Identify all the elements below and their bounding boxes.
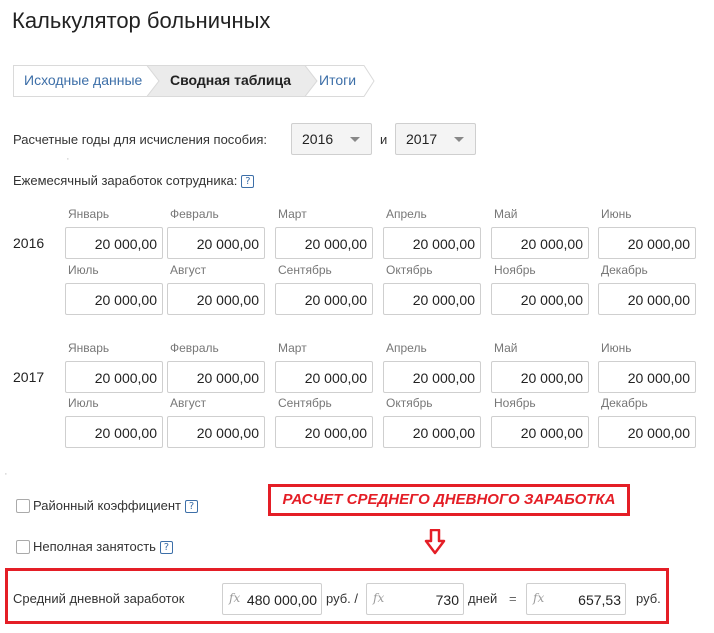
chevron-down-icon — [454, 137, 464, 142]
monthly-earnings-input[interactable]: 20 000,00 — [598, 283, 696, 315]
monthly-earnings-input[interactable]: 20 000,00 — [65, 361, 163, 393]
help-icon[interactable]: ? — [159, 541, 173, 554]
step-summary-table[interactable]: Сводная таблица — [170, 72, 291, 88]
monthly-earnings-input[interactable]: 20 000,00 — [65, 283, 163, 315]
month-label: Декабрь — [601, 396, 648, 410]
monthly-earnings-input[interactable]: 20 000,00 — [598, 227, 696, 259]
step-source-data[interactable]: Исходные данные — [24, 72, 142, 88]
monthly-earnings-input[interactable]: 20 000,00 — [275, 283, 373, 315]
month-label: Июнь — [601, 341, 632, 355]
part-time-checkbox[interactable] — [16, 540, 30, 554]
year1-select[interactable]: 2016 — [291, 123, 372, 155]
month-label: Февраль — [170, 207, 219, 221]
monthly-earnings-text: Ежемесячный заработок сотрудника: — [13, 173, 238, 188]
monthly-earnings-input[interactable]: 20 000,00 — [491, 227, 589, 259]
month-label: Февраль — [170, 341, 219, 355]
monthly-earnings-input[interactable]: 20 000,00 — [167, 416, 265, 448]
step-results[interactable]: Итоги — [319, 72, 356, 88]
part-time-text: Неполная занятость — [33, 539, 156, 554]
monthly-earnings-input[interactable]: 20 000,00 — [65, 227, 163, 259]
part-time-label: Неполная занятость? — [33, 539, 173, 554]
monthly-earnings-input[interactable]: 20 000,00 — [275, 361, 373, 393]
month-label: Октябрь — [386, 263, 433, 277]
monthly-earnings-input[interactable]: 20 000,00 — [598, 416, 696, 448]
down-arrow-icon — [424, 529, 446, 555]
month-label: Январь — [68, 207, 110, 221]
month-label: Сентябрь — [278, 396, 332, 410]
month-label: Март — [278, 341, 307, 355]
help-icon[interactable]: ? — [184, 500, 198, 513]
monthly-earnings-input[interactable]: 20 000,00 — [598, 361, 696, 393]
year-label-2017: 2017 — [13, 369, 45, 385]
days-value: 730 — [435, 592, 459, 608]
divider-dots: · — [66, 153, 71, 165]
formula-icon: fx — [533, 591, 545, 605]
month-label: Апрель — [386, 207, 427, 221]
page-title: Калькулятор больничных — [12, 8, 271, 33]
help-icon[interactable]: ? — [241, 175, 255, 188]
rub-slash-label: руб. / — [326, 591, 359, 606]
divider-dots: · — [4, 468, 9, 480]
regional-coefficient-label: Районный коэффициент? — [33, 498, 198, 513]
monthly-earnings-input[interactable]: 20 000,00 — [167, 227, 265, 259]
regional-coefficient-text: Районный коэффициент — [33, 498, 181, 513]
result-field[interactable]: fx 657,53 — [526, 583, 626, 615]
monthly-earnings-input[interactable]: 20 000,00 — [383, 227, 481, 259]
monthly-earnings-input[interactable]: 20 000,00 — [167, 361, 265, 393]
month-label: Март — [278, 207, 307, 221]
equals-sign: = — [509, 591, 517, 606]
monthly-earnings-input[interactable]: 20 000,00 — [275, 416, 373, 448]
month-label: Май — [494, 341, 518, 355]
month-label: Октябрь — [386, 396, 433, 410]
year2-value: 2017 — [406, 131, 438, 147]
total-earnings-value: 480 000,00 — [246, 592, 317, 608]
total-earnings-field[interactable]: fx 480 000,00 — [222, 583, 322, 615]
average-daily-earnings-label: Средний дневной заработок — [13, 591, 185, 606]
monthly-earnings-input[interactable]: 20 000,00 — [65, 416, 163, 448]
month-label: Июнь — [601, 207, 632, 221]
monthly-earnings-input[interactable]: 20 000,00 — [491, 283, 589, 315]
month-label: Май — [494, 207, 518, 221]
month-label: Апрель — [386, 341, 427, 355]
days-field[interactable]: fx 730 — [366, 583, 464, 615]
monthly-earnings-input[interactable]: 20 000,00 — [383, 283, 481, 315]
monthly-earnings-input[interactable]: 20 000,00 — [167, 283, 265, 315]
month-label: Август — [170, 263, 207, 277]
chevron-down-icon — [350, 137, 360, 142]
monthly-earnings-label: Ежемесячный заработок сотрудника:? — [13, 173, 255, 188]
formula-icon: fx — [229, 591, 241, 605]
monthly-earnings-input[interactable]: 20 000,00 — [491, 361, 589, 393]
year1-value: 2016 — [302, 131, 334, 147]
month-label: Январь — [68, 341, 110, 355]
and-label: и — [380, 132, 388, 147]
result-value: 657,53 — [578, 592, 621, 608]
rub-label: руб. — [636, 591, 661, 606]
year-label-2016: 2016 — [13, 235, 45, 251]
month-label: Август — [170, 396, 207, 410]
month-label: Декабрь — [601, 263, 648, 277]
monthly-earnings-input[interactable]: 20 000,00 — [383, 416, 481, 448]
monthly-earnings-input[interactable]: 20 000,00 — [491, 416, 589, 448]
month-label: Ноябрь — [494, 396, 536, 410]
days-label: дней — [468, 591, 498, 606]
annotation-banner: РАСЧЕТ СРЕДНЕГО ДНЕВНОГО ЗАРАБОТКА — [268, 484, 630, 516]
month-label: Ноябрь — [494, 263, 536, 277]
calc-years-label: Расчетные годы для исчисления пособия: — [13, 132, 268, 147]
month-label: Июль — [68, 263, 99, 277]
year2-select[interactable]: 2017 — [395, 123, 476, 155]
month-label: Июль — [68, 396, 99, 410]
monthly-earnings-input[interactable]: 20 000,00 — [383, 361, 481, 393]
month-label: Сентябрь — [278, 263, 332, 277]
monthly-earnings-input[interactable]: 20 000,00 — [275, 227, 373, 259]
regional-coefficient-checkbox[interactable] — [16, 499, 30, 513]
formula-icon: fx — [373, 591, 385, 605]
